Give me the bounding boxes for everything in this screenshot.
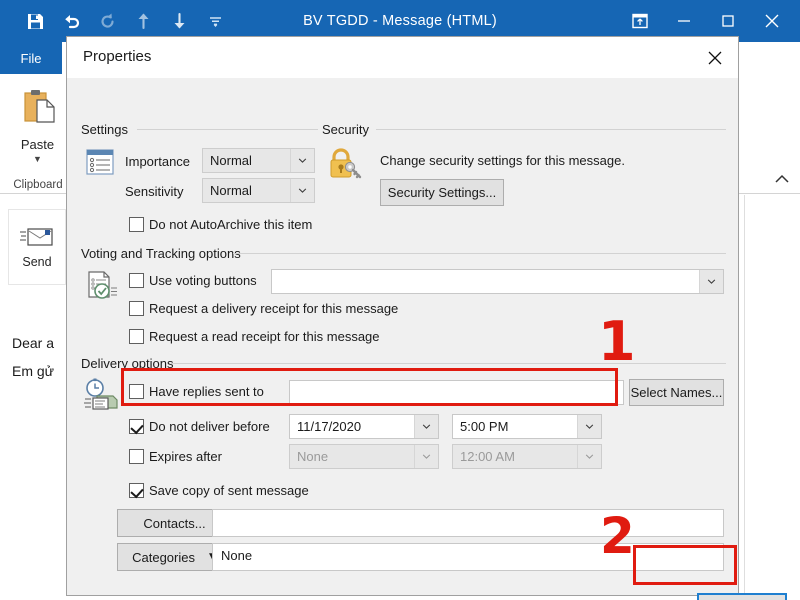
chevron-down-icon[interactable]: [414, 415, 438, 438]
annotation-box-do-not-deliver: [121, 368, 618, 406]
settings-group-label: Settings: [81, 122, 134, 137]
close-icon[interactable]: [750, 0, 794, 42]
next-item-icon[interactable]: [162, 4, 196, 38]
voting-buttons-combo[interactable]: [271, 269, 724, 294]
delivery-receipt-checkbox[interactable]: [129, 301, 144, 316]
save-icon[interactable]: [18, 4, 52, 38]
expires-after-checkbox[interactable]: [129, 449, 144, 464]
undo-icon[interactable]: [54, 4, 88, 38]
use-voting-label: Use voting buttons: [149, 273, 257, 288]
expires-after-time-value: 12:00 AM: [453, 449, 515, 464]
file-tab[interactable]: File: [0, 42, 62, 74]
send-label: Send: [22, 255, 51, 269]
expires-after-date-combo[interactable]: None: [289, 444, 439, 469]
importance-combo[interactable]: Normal: [202, 148, 315, 173]
close-button[interactable]: Close: [697, 593, 787, 600]
security-description: Change security settings for this messag…: [380, 153, 625, 168]
screen: Paste ▼ Clipboard Send Dear a Em gử File: [0, 0, 800, 600]
annotation-marker-1: 1: [598, 315, 636, 369]
dialog-close-icon[interactable]: [692, 37, 738, 78]
previous-item-icon[interactable]: [126, 4, 160, 38]
select-names-button[interactable]: Select Names...: [629, 379, 724, 406]
autoarchive-label: Do not AutoArchive this item: [149, 217, 312, 232]
paste-icon: [17, 86, 59, 133]
delivery-group-rule: [171, 363, 726, 364]
contacts-field[interactable]: [212, 509, 724, 537]
sensitivity-label: Sensitivity: [125, 184, 184, 199]
security-settings-button[interactable]: Security Settings...: [380, 179, 504, 206]
autoarchive-checkbox[interactable]: [129, 217, 144, 232]
do-not-deliver-date-combo[interactable]: 11/17/2020: [289, 414, 439, 439]
importance-value: Normal: [203, 153, 252, 168]
read-receipt-label: Request a read receipt for this message: [149, 329, 380, 344]
annotation-marker-2: 2: [600, 511, 635, 561]
send-button[interactable]: Send: [8, 209, 66, 285]
body-line-2: Em gử: [12, 363, 54, 379]
voting-group-rule: [233, 253, 726, 254]
body-line-1: Dear a: [12, 335, 54, 351]
expires-after-label: Expires after: [149, 449, 222, 464]
security-group-rule: [376, 129, 726, 130]
dialog-body: Settings Importance Normal Se: [67, 78, 738, 595]
chevron-down-icon[interactable]: [577, 445, 601, 468]
do-not-deliver-time-combo[interactable]: 5:00 PM: [452, 414, 602, 439]
dialog-title-bar: Properties: [67, 37, 738, 78]
expires-after-time-combo[interactable]: 12:00 AM: [452, 444, 602, 469]
voting-tracking-icon: [84, 270, 120, 307]
collapse-ribbon-icon[interactable]: [774, 171, 790, 189]
do-not-deliver-checkbox[interactable]: [129, 419, 144, 434]
outlook-right-panel: [744, 195, 800, 600]
ribbon-group-clipboard: Paste ▼ Clipboard: [0, 74, 76, 193]
properties-dialog: Properties Settings Importance: [66, 36, 739, 596]
chevron-down-icon[interactable]: [290, 149, 314, 172]
settings-group-rule: [137, 129, 318, 130]
chevron-down-icon[interactable]: [414, 445, 438, 468]
delivery-receipt-label: Request a delivery receipt for this mess…: [149, 301, 398, 316]
sensitivity-combo[interactable]: Normal: [202, 178, 315, 203]
sensitivity-value: Normal: [203, 183, 252, 198]
expires-after-date-value: None: [290, 449, 328, 464]
paste-label: Paste: [21, 137, 54, 152]
redo-icon[interactable]: [90, 4, 124, 38]
do-not-deliver-label: Do not deliver before: [149, 419, 270, 434]
security-group-label: Security: [322, 122, 375, 137]
customize-quick-access-toolbar-icon[interactable]: [198, 4, 232, 38]
categories-button-label: Categories: [132, 550, 195, 565]
importance-label: Importance: [125, 154, 190, 169]
save-copy-checkbox[interactable]: [129, 483, 144, 498]
chevron-down-icon[interactable]: [577, 415, 601, 438]
send-icon: [20, 225, 54, 249]
voting-group-label: Voting and Tracking options: [81, 246, 247, 261]
dialog-title: Properties: [83, 48, 151, 65]
use-voting-checkbox[interactable]: [129, 273, 144, 288]
paste-dropdown-caret-icon[interactable]: ▼: [33, 155, 42, 163]
delivery-timer-icon: [83, 378, 121, 417]
do-not-deliver-time-value: 5:00 PM: [453, 419, 508, 434]
do-not-deliver-date-value: 11/17/2020: [290, 419, 361, 434]
read-receipt-checkbox[interactable]: [129, 329, 144, 344]
lock-key-icon: [325, 146, 363, 187]
settings-list-icon: [84, 147, 116, 182]
chevron-down-icon[interactable]: [290, 179, 314, 202]
clipboard-group-label: Clipboard: [0, 179, 76, 191]
annotation-box-close-button: [633, 545, 737, 585]
chevron-down-icon[interactable]: [699, 270, 723, 293]
save-copy-label: Save copy of sent message: [149, 483, 309, 498]
